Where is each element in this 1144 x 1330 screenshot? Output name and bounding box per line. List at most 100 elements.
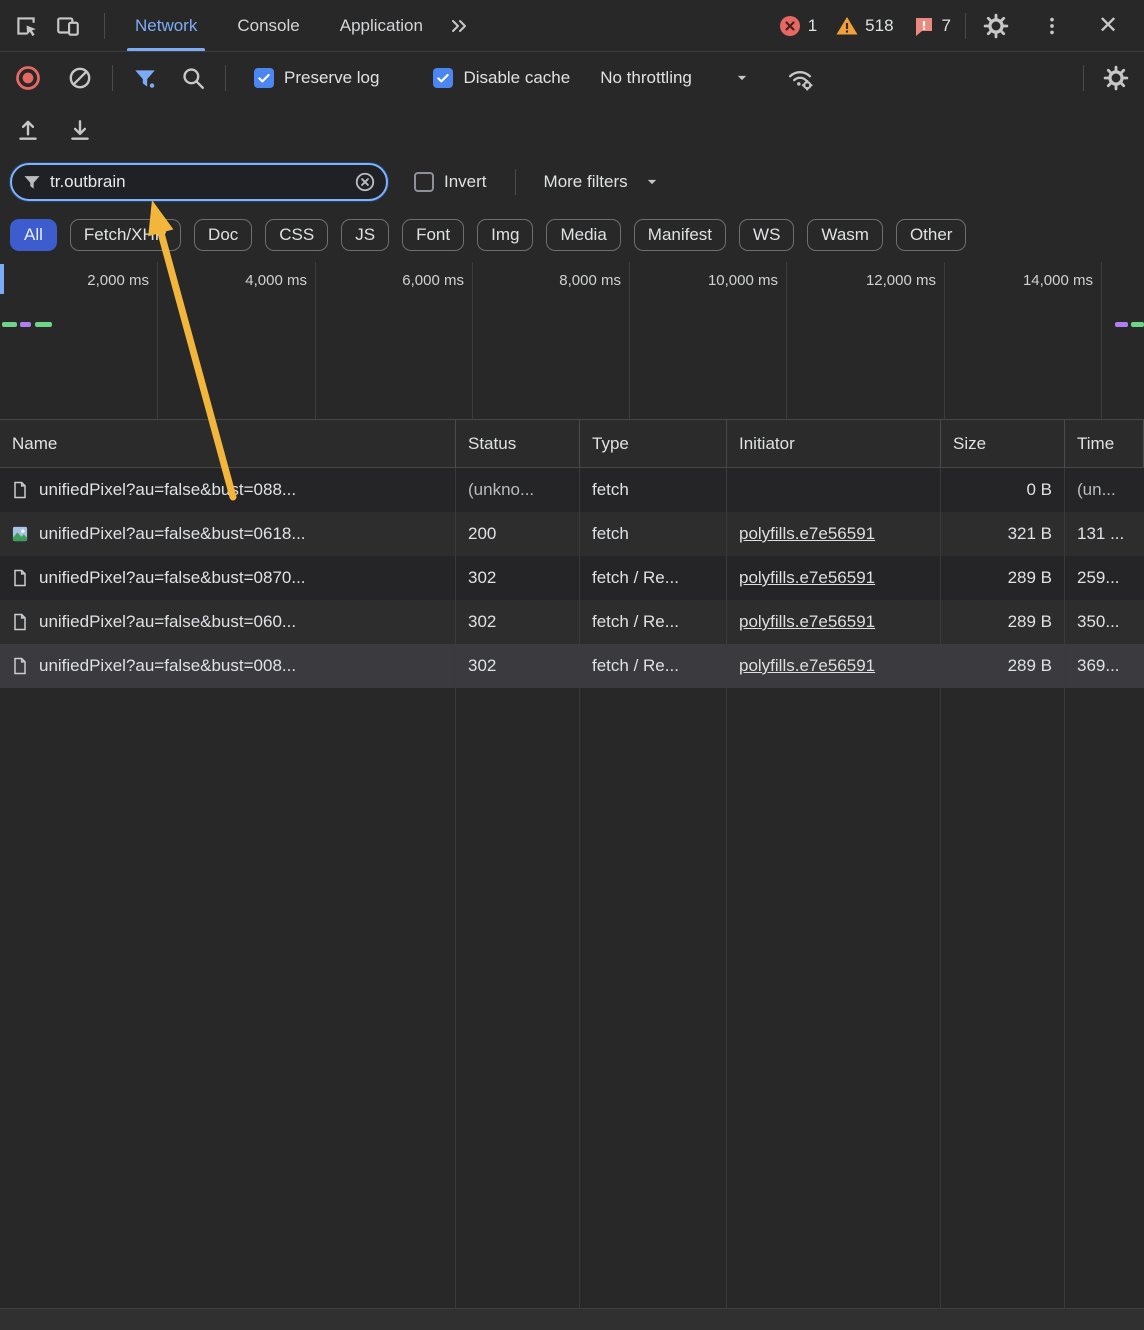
divider bbox=[104, 13, 105, 39]
request-row[interactable]: unifiedPixel?au=false&bust=060... 302 fe… bbox=[0, 600, 1144, 644]
chip-img[interactable]: Img bbox=[477, 219, 533, 251]
clear-filter-icon[interactable] bbox=[354, 171, 376, 193]
chip-manifest[interactable]: Manifest bbox=[634, 219, 726, 251]
search-icon[interactable] bbox=[177, 62, 209, 94]
more-filters-dropdown[interactable]: More filters bbox=[544, 172, 662, 192]
request-type: fetch / Re... bbox=[580, 556, 727, 600]
gridline bbox=[1101, 262, 1102, 419]
timeline-tick-label: 10,000 ms bbox=[708, 272, 786, 289]
column-header-time[interactable]: Time bbox=[1065, 420, 1144, 467]
error-badge[interactable]: 1 bbox=[772, 14, 823, 38]
column-header-status[interactable]: Status bbox=[456, 420, 580, 467]
network-filter-input[interactable] bbox=[50, 172, 346, 192]
request-time: 369... bbox=[1065, 644, 1144, 688]
filter-toggle-icon[interactable] bbox=[129, 62, 161, 94]
device-toolbar-icon[interactable] bbox=[52, 10, 84, 42]
divider bbox=[112, 65, 113, 91]
chip-font[interactable]: Font bbox=[402, 219, 464, 251]
timeline-tick-label: 12,000 ms bbox=[866, 272, 944, 289]
divider bbox=[515, 169, 516, 195]
error-count: 1 bbox=[808, 16, 817, 36]
timeline-tick-label: 2,000 ms bbox=[87, 272, 157, 289]
funnel-icon bbox=[22, 172, 42, 192]
issues-icon bbox=[912, 14, 936, 38]
chip-all[interactable]: All bbox=[10, 219, 57, 251]
gridline bbox=[472, 262, 473, 419]
request-row[interactable]: unifiedPixel?au=false&bust=008... 302 fe… bbox=[0, 644, 1144, 688]
request-initiator-link[interactable]: polyfills.e7e56591 bbox=[739, 568, 875, 588]
request-initiator bbox=[727, 468, 941, 512]
request-type: fetch / Re... bbox=[580, 600, 727, 644]
export-har-icon[interactable] bbox=[64, 114, 96, 146]
invert-checkbox[interactable]: Invert bbox=[414, 172, 487, 192]
chevron-down-icon bbox=[642, 172, 662, 192]
request-name: unifiedPixel?au=false&bust=060... bbox=[39, 612, 296, 632]
warning-badge[interactable]: 518 bbox=[829, 14, 899, 38]
timeline-tick-label: 8,000 ms bbox=[559, 272, 629, 289]
network-filter-input-container[interactable] bbox=[10, 163, 388, 201]
chip-js[interactable]: JS bbox=[341, 219, 389, 251]
request-size: 289 B bbox=[941, 644, 1065, 688]
network-overview-timeline[interactable]: 2,000 ms 4,000 ms 6,000 ms 8,000 ms 10,0… bbox=[0, 262, 1144, 420]
disable-cache-checkbox[interactable]: Disable cache bbox=[433, 68, 570, 88]
tab-network[interactable]: Network bbox=[115, 0, 217, 51]
divider bbox=[1083, 65, 1084, 91]
request-initiator-link[interactable]: polyfills.e7e56591 bbox=[739, 656, 875, 676]
inspect-icon[interactable] bbox=[10, 10, 42, 42]
request-size: 321 B bbox=[941, 512, 1065, 556]
chip-other[interactable]: Other bbox=[896, 219, 967, 251]
warning-icon bbox=[835, 14, 859, 38]
preserve-log-checkbox[interactable]: Preserve log bbox=[254, 68, 379, 88]
more-tabs-icon[interactable] bbox=[443, 10, 475, 42]
kebab-menu-icon[interactable] bbox=[1036, 10, 1068, 42]
chip-css[interactable]: CSS bbox=[265, 219, 328, 251]
document-icon bbox=[10, 480, 30, 500]
clear-network-log-button[interactable] bbox=[64, 62, 96, 94]
request-tick bbox=[35, 322, 52, 327]
timeline-scroll-indicator bbox=[0, 264, 4, 294]
error-icon bbox=[778, 14, 802, 38]
request-time: 259... bbox=[1065, 556, 1144, 600]
request-tick bbox=[1115, 322, 1128, 327]
chip-ws[interactable]: WS bbox=[739, 219, 794, 251]
invert-label: Invert bbox=[444, 172, 487, 192]
chip-wasm[interactable]: Wasm bbox=[807, 219, 883, 251]
chip-doc[interactable]: Doc bbox=[194, 219, 252, 251]
column-header-type[interactable]: Type bbox=[580, 420, 727, 467]
request-row[interactable]: unifiedPixel?au=false&bust=088... (unkno… bbox=[0, 468, 1144, 512]
checkbox-unchecked-icon bbox=[414, 172, 434, 192]
timeline-tick-label: 14,000 ms bbox=[1023, 272, 1101, 289]
request-status: 302 bbox=[456, 556, 580, 600]
column-header-name[interactable]: Name bbox=[0, 420, 456, 467]
request-initiator-link[interactable]: polyfills.e7e56591 bbox=[739, 612, 875, 632]
tab-console[interactable]: Console bbox=[217, 0, 319, 51]
tab-application[interactable]: Application bbox=[320, 0, 443, 51]
record-network-log-button[interactable] bbox=[12, 62, 44, 94]
chevron-down-icon bbox=[732, 68, 752, 88]
column-header-initiator[interactable]: Initiator bbox=[727, 420, 941, 467]
request-row[interactable]: unifiedPixel?au=false&bust=0870... 302 f… bbox=[0, 556, 1144, 600]
request-name: unifiedPixel?au=false&bust=088... bbox=[39, 480, 296, 500]
request-type: fetch bbox=[580, 512, 727, 556]
gridline bbox=[786, 262, 787, 419]
network-settings-gear-icon[interactable] bbox=[1100, 62, 1132, 94]
close-icon[interactable]: ✕ bbox=[1092, 10, 1124, 42]
chip-fetch-xhr[interactable]: Fetch/XHR bbox=[70, 219, 181, 251]
import-har-icon[interactable] bbox=[12, 114, 44, 146]
gridline bbox=[629, 262, 630, 419]
network-conditions-icon[interactable] bbox=[784, 62, 816, 94]
column-header-size[interactable]: Size bbox=[941, 420, 1065, 467]
chip-media[interactable]: Media bbox=[546, 219, 620, 251]
disable-cache-label: Disable cache bbox=[463, 68, 570, 88]
request-row[interactable]: unifiedPixel?au=false&bust=0618... 200 f… bbox=[0, 512, 1144, 556]
request-status: 302 bbox=[456, 644, 580, 688]
network-status-bar bbox=[0, 1308, 1144, 1330]
divider bbox=[225, 65, 226, 91]
throttling-select[interactable]: No throttling bbox=[600, 68, 752, 88]
checkbox-checked-icon bbox=[433, 68, 453, 88]
issues-badge[interactable]: 7 bbox=[906, 14, 957, 38]
request-tick bbox=[2, 322, 17, 327]
request-initiator-link[interactable]: polyfills.e7e56591 bbox=[739, 524, 875, 544]
document-icon bbox=[10, 612, 30, 632]
settings-gear-icon[interactable] bbox=[980, 10, 1012, 42]
